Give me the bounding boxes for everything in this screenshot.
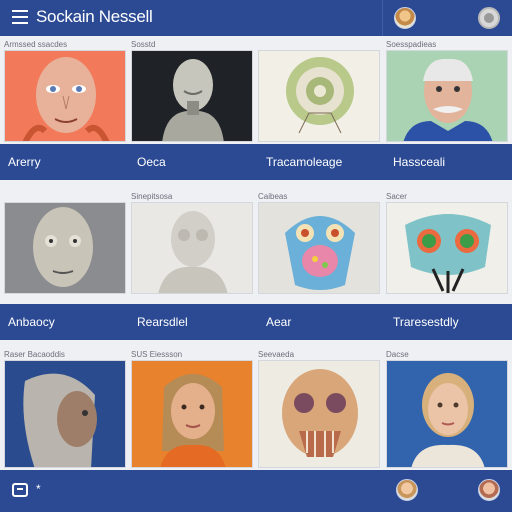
card-title[interactable]: Oeca [137,155,166,169]
hamburger-menu-icon[interactable] [12,10,28,24]
portrait-thumbnail[interactable] [131,360,253,468]
card-title[interactable]: Tracamoleage [266,155,342,169]
card-caption: Seevaeda [258,350,295,359]
label-bar: Arerry Oeca Tracamoleage Hassceali [0,144,512,180]
gallery-section-3: Raser Bacaoddis SUS Eiessson Seevaeda Da… [0,350,512,468]
avatar[interactable] [396,479,418,501]
illustration-thumbnail[interactable] [258,202,380,294]
avatar[interactable] [394,7,416,29]
status-mark: * [36,482,41,496]
illustration-thumbnail[interactable] [258,360,380,468]
card-title[interactable]: Arerry [8,155,41,169]
app-title: Sockain Nessell [36,7,153,26]
card-caption: SUS Eiessson [131,350,183,359]
divider [382,0,383,36]
gallery-section-2: Sinepitsosa Caibeas Sacer Anbaocy Rearsd… [0,192,512,340]
card-caption: Soesspadieas [386,40,437,49]
card-title[interactable]: Rearsdlel [137,315,188,329]
card-caption: Armssed ssacdes [4,40,68,49]
illustration-thumbnail[interactable] [258,50,380,142]
label-bar: Anbaocy Rearsdlel Aear Traresestdly [0,304,512,340]
card-title[interactable]: Aear [266,315,291,329]
card-caption: Dacse [386,350,409,359]
portrait-thumbnail[interactable] [131,202,253,294]
portrait-thumbnail[interactable] [4,50,126,142]
portrait-thumbnail[interactable] [386,50,508,142]
profile-icon[interactable] [478,7,500,29]
card-title[interactable]: Hassceali [393,155,445,169]
card-caption: Raser Bacaoddis [4,350,65,359]
bottom-bar: * [0,470,512,512]
card-caption: Caibeas [258,192,288,201]
gallery-section-1: Armssed ssacdes Sosstd Soesspadieas Arer… [0,40,512,186]
portrait-thumbnail[interactable] [131,50,253,142]
top-app-bar: Sockain Nessell [0,0,512,36]
portrait-thumbnail[interactable] [386,360,508,468]
card-caption: Sacer [386,192,407,201]
card-title[interactable]: Anbaocy [8,315,55,329]
portrait-thumbnail[interactable] [4,202,126,294]
card-caption: Sinepitsosa [131,192,173,201]
avatar[interactable] [478,479,500,501]
card-caption: Sosstd [131,40,156,49]
illustration-thumbnail[interactable] [386,202,508,294]
portrait-thumbnail[interactable] [4,360,126,468]
chat-icon[interactable] [12,483,28,497]
card-title[interactable]: Traresestdly [393,315,459,329]
